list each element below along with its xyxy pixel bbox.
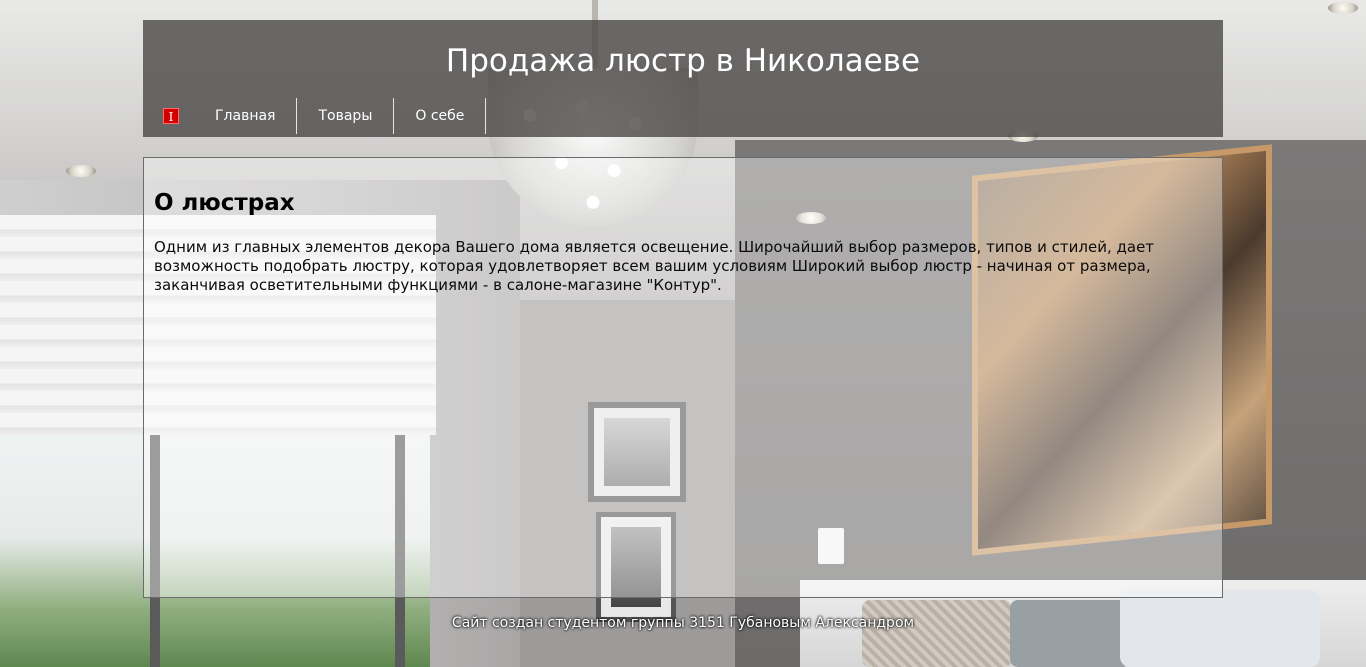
nav-marker-icon: I (163, 108, 179, 124)
nav-item-home[interactable]: Главная (215, 98, 298, 134)
nav-item-products[interactable]: Товары (297, 98, 395, 134)
site-title-text: Продажа люстр в Николаеве (445, 42, 921, 79)
footer-text: Сайт создан студентом группы 3151 Губано… (451, 615, 915, 631)
site-title: Продажа люстр в Николаеве (143, 43, 1223, 79)
nav-item-about[interactable]: О себе (394, 98, 487, 134)
background-ceiling-light (1328, 2, 1358, 14)
site-footer: Сайт создан студентом группы 3151 Губано… (143, 598, 1223, 648)
background-ceiling-light (66, 165, 96, 177)
main-nav: I Главная Товары О себе (163, 98, 487, 134)
content-heading: О люстрах (154, 190, 295, 216)
content-paragraph: Одним из главных элементов декора Вашего… (154, 238, 1155, 294)
site-header: Продажа люстр в Николаеве I Главная Това… (143, 20, 1223, 137)
content-panel: О люстрах Одним из главных элементов дек… (143, 157, 1223, 598)
